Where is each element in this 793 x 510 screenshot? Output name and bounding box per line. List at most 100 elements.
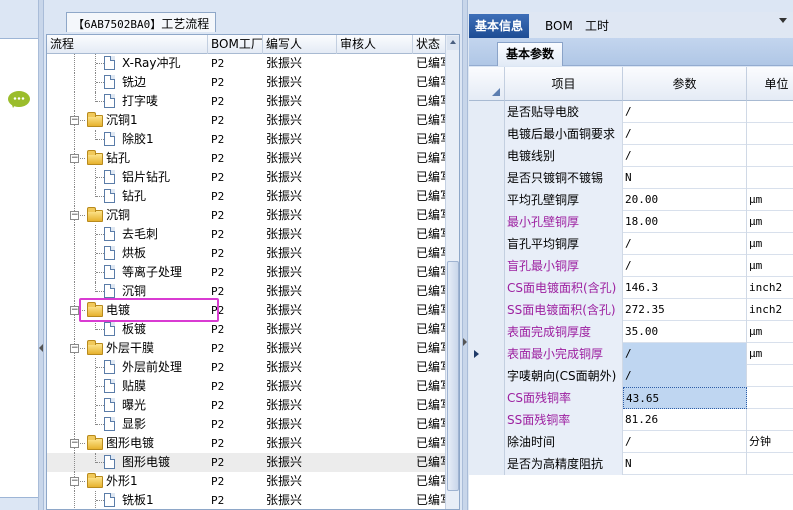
collapse-icon[interactable]: − — [70, 306, 79, 315]
tree-node[interactable]: 等离子处理 — [47, 263, 207, 282]
param-row[interactable]: 是否只镀铜不镀锡 N — [469, 167, 793, 189]
tree-node[interactable]: − 图形电镀 — [47, 434, 207, 453]
row-selector[interactable] — [469, 453, 505, 475]
param-value-cell[interactable]: 81.26 — [623, 409, 747, 431]
tree-node[interactable]: − 沉铜1 — [47, 111, 207, 130]
param-row[interactable]: 电镀后最小面铜要求 / — [469, 123, 793, 145]
tree-row[interactable]: 烘板 P2 张振兴 已编写 — [47, 244, 447, 263]
row-selector[interactable] — [469, 431, 505, 453]
param-row[interactable]: CS面残铜率 43.65 — [469, 387, 793, 409]
param-value-cell[interactable]: N — [623, 167, 747, 189]
param-value-cell[interactable]: / — [623, 123, 747, 145]
tree-row[interactable]: 钻孔 P2 张振兴 已编写 — [47, 187, 447, 206]
collapse-icon[interactable]: − — [70, 477, 79, 486]
tree-row[interactable]: 铣板1 P2 张振兴 已编写 — [47, 491, 447, 509]
tab-labor-hours[interactable]: 工时 — [579, 14, 615, 38]
row-selector[interactable] — [469, 277, 505, 299]
collapse-icon[interactable]: − — [70, 116, 79, 125]
param-row[interactable]: SS面电镀面积(含孔) 272.35 inch2 — [469, 299, 793, 321]
scroll-up-button[interactable] — [447, 36, 459, 50]
tree-node[interactable]: 去毛刺 — [47, 225, 207, 244]
tree-node[interactable]: 烘板 — [47, 244, 207, 263]
tree-row[interactable]: − 电镀 P2 张振兴 已编写 — [47, 301, 447, 320]
collapse-icon[interactable]: − — [70, 439, 79, 448]
tree-row[interactable]: 除胶1 P2 张振兴 已编写 — [47, 130, 447, 149]
tree-row[interactable]: 铝片钻孔 P2 张振兴 已编写 — [47, 168, 447, 187]
row-selector[interactable] — [469, 321, 505, 343]
tree-node[interactable]: − 沉铜 — [47, 206, 207, 225]
param-value-cell[interactable]: N — [623, 453, 747, 475]
row-selector[interactable] — [469, 365, 505, 387]
row-selector[interactable] — [469, 387, 505, 409]
collapse-right-icon[interactable] — [463, 338, 467, 346]
tree-row[interactable]: 铣边 P2 张振兴 已编写 — [47, 73, 447, 92]
tree-node[interactable]: − 外层干膜 — [47, 339, 207, 358]
param-value-cell[interactable]: / — [623, 145, 747, 167]
header-writer[interactable]: 编写人 — [263, 35, 337, 54]
tree-node[interactable]: − 外形1 — [47, 472, 207, 491]
subtab-basic-params[interactable]: 基本参数 — [497, 42, 564, 66]
tab-bom[interactable]: BOM — [539, 14, 579, 38]
tree-node[interactable]: 显影 — [47, 415, 207, 434]
param-row[interactable]: 电镀线别 / — [469, 145, 793, 167]
grid-corner[interactable] — [469, 67, 505, 101]
row-selector[interactable] — [469, 189, 505, 211]
tree-row[interactable]: − 图形电镀 P2 张振兴 已编写 — [47, 434, 447, 453]
tree-node[interactable]: 图形电镀 — [47, 453, 207, 472]
tree-node[interactable]: 除胶1 — [47, 130, 207, 149]
tree-row[interactable]: 沉铜 P2 张振兴 已编写 — [47, 282, 447, 301]
param-value-cell[interactable]: / — [623, 365, 747, 387]
tree-row[interactable]: − 外形1 P2 张振兴 已编写 — [47, 472, 447, 491]
collapse-icon[interactable]: − — [70, 154, 79, 163]
tree-node[interactable]: − 电镀 — [47, 301, 207, 320]
row-selector[interactable] — [469, 145, 505, 167]
param-row[interactable]: 表面完成铜厚度 35.00 μm — [469, 321, 793, 343]
row-selector[interactable] — [469, 299, 505, 321]
process-flow-tab[interactable]: 【6AB7502BA0】工艺流程 — [66, 12, 217, 32]
param-row[interactable]: 盲孔最小铜厚 / μm — [469, 255, 793, 277]
collapse-left-icon[interactable] — [39, 344, 43, 352]
tree-row[interactable]: 外层前处理 P2 张振兴 已编写 — [47, 358, 447, 377]
header-flow[interactable]: 流程 — [47, 35, 208, 54]
param-row[interactable]: SS面残铜率 81.26 — [469, 409, 793, 431]
right-splitter[interactable] — [462, 0, 468, 510]
param-row[interactable]: 除油时间 / 分钟 — [469, 431, 793, 453]
param-value-cell[interactable]: 272.35 — [623, 299, 747, 321]
tree-row[interactable]: 显影 P2 张振兴 已编写 — [47, 415, 447, 434]
tree-row[interactable]: 等离子处理 P2 张振兴 已编写 — [47, 263, 447, 282]
param-value-cell[interactable]: / — [623, 101, 747, 123]
param-row[interactable]: 是否贴导电胶 / — [469, 101, 793, 123]
tree-node[interactable]: 铣边 — [47, 73, 207, 92]
scroll-thumb[interactable] — [447, 261, 459, 491]
row-selector[interactable] — [469, 211, 505, 233]
tab-menu-icon[interactable] — [779, 18, 787, 23]
tree-row[interactable]: − 外层干膜 P2 张振兴 已编写 — [47, 339, 447, 358]
param-value-cell[interactable]: 18.00 — [623, 211, 747, 233]
row-selector[interactable] — [469, 343, 505, 365]
param-value-cell[interactable]: 35.00 — [623, 321, 747, 343]
param-row[interactable]: CS面电镀面积(含孔) 146.3 inch2 — [469, 277, 793, 299]
param-row[interactable]: 最小孔壁铜厚 18.00 μm — [469, 211, 793, 233]
row-selector[interactable] — [469, 123, 505, 145]
grid-header-item[interactable]: 项目 — [505, 67, 623, 101]
tree-node[interactable]: 曝光 — [47, 396, 207, 415]
tree-row[interactable]: 打字唛 P2 张振兴 已编写 — [47, 92, 447, 111]
param-value-cell[interactable]: / — [623, 233, 747, 255]
row-selector[interactable] — [469, 101, 505, 123]
param-value-cell[interactable]: 43.65 — [623, 387, 747, 409]
param-row[interactable]: 是否为高精度阻抗 N — [469, 453, 793, 475]
param-row[interactable]: 平均孔壁铜厚 20.00 μm — [469, 189, 793, 211]
collapse-icon[interactable]: − — [70, 211, 79, 220]
grid-header-param[interactable]: 参数 — [623, 67, 747, 101]
tree-node[interactable]: 贴膜 — [47, 377, 207, 396]
tree-row[interactable]: 图形电镀 P2 张振兴 已编写 — [47, 453, 447, 472]
param-value-cell[interactable]: 20.00 — [623, 189, 747, 211]
tree-node[interactable]: 沉铜 — [47, 282, 207, 301]
tree-row[interactable]: − 钻孔 P2 张振兴 已编写 — [47, 149, 447, 168]
tree-row[interactable]: − 沉铜 P2 张振兴 已编写 — [47, 206, 447, 225]
chat-bubble-icon[interactable] — [8, 91, 30, 108]
param-value-cell[interactable]: / — [623, 431, 747, 453]
tree-row[interactable]: 板镀 P2 张振兴 已编写 — [47, 320, 447, 339]
tree-node[interactable]: X-Ray冲孔 — [47, 54, 207, 73]
row-selector[interactable] — [469, 233, 505, 255]
